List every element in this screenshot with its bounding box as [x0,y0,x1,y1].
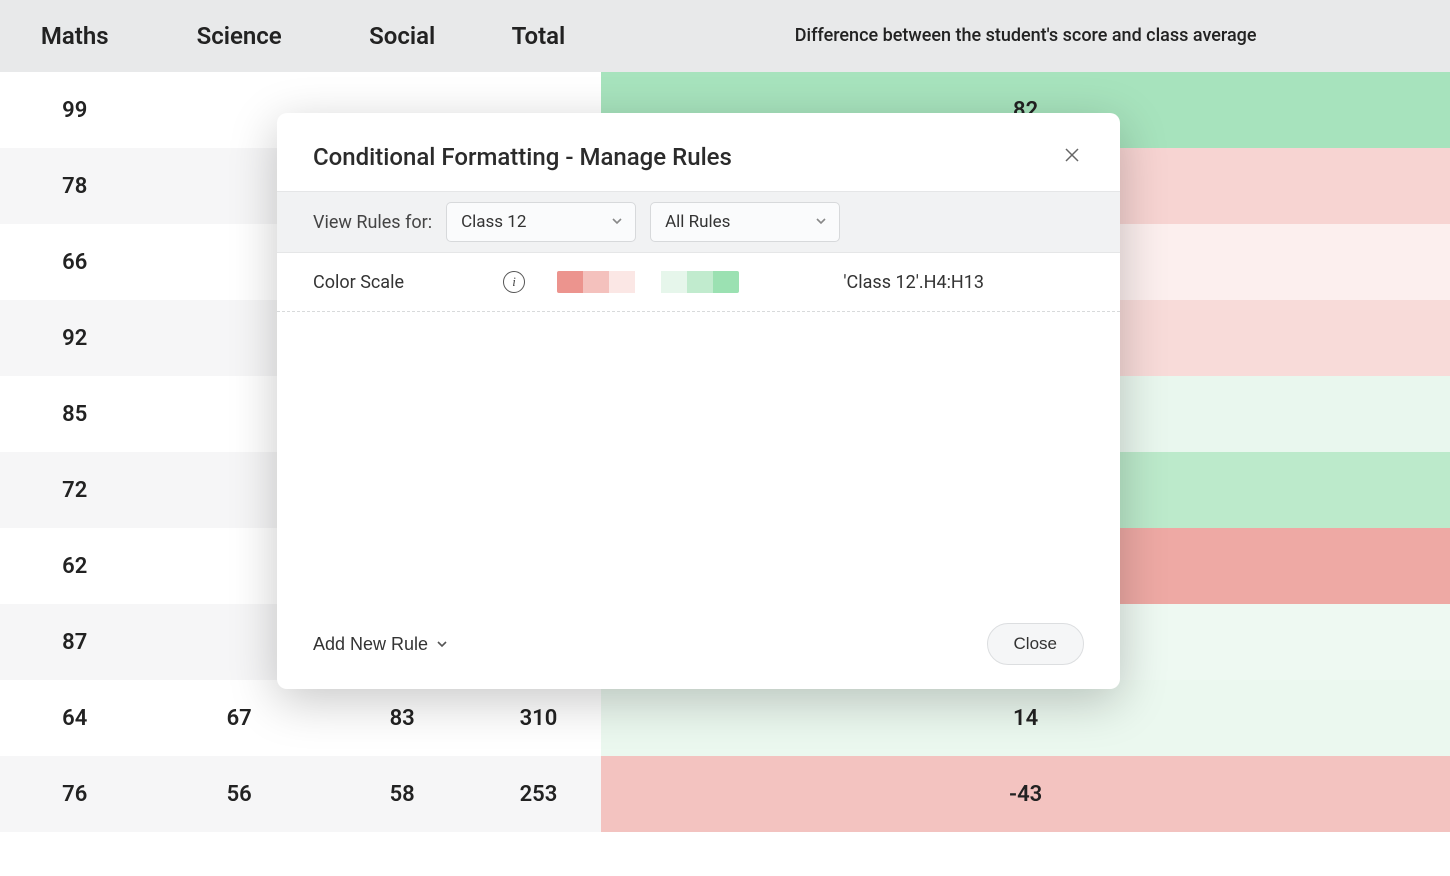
dialog-footer: Add New Rule Close [277,607,1120,689]
cell-maths[interactable]: 66 [0,224,150,300]
color-swatch [687,271,713,293]
chevron-down-icon [815,212,827,232]
dialog-title: Conditional Formatting - Manage Rules [313,143,732,171]
filter-bar: View Rules for: Class 12 All Rules [277,191,1120,253]
color-swatch [661,271,687,293]
table-header-row: Maths Science Social Total Difference be… [0,0,1450,72]
cell-maths[interactable]: 62 [0,528,150,604]
cell-maths[interactable]: 85 [0,376,150,452]
table-row[interactable]: 765658253-43 [0,756,1450,832]
dialog-header: Conditional Formatting - Manage Rules [277,113,1120,191]
sheet-select-value: Class 12 [461,212,526,232]
sheet-select[interactable]: Class 12 [446,202,636,242]
cell-diff[interactable]: -43 [601,756,1450,832]
cell-social[interactable]: 58 [329,756,476,832]
scope-select[interactable]: All Rules [650,202,840,242]
cell-maths[interactable]: 64 [0,680,150,756]
color-swatch [557,271,583,293]
rule-name: Color Scale [313,272,483,293]
cell-total[interactable]: 310 [476,680,602,756]
cell-science[interactable]: 67 [150,680,329,756]
close-button[interactable]: Close [987,623,1084,665]
col-header-total: Total [476,0,602,72]
col-header-maths: Maths [0,0,150,72]
cell-science[interactable]: 56 [150,756,329,832]
add-new-rule-label: Add New Rule [313,634,428,655]
cell-maths[interactable]: 78 [0,148,150,224]
cell-social[interactable]: 83 [329,680,476,756]
info-icon[interactable]: i [503,271,525,293]
color-swatch [583,271,609,293]
col-header-diff: Difference between the student's score a… [601,0,1450,72]
col-header-science: Science [150,0,329,72]
scope-select-value: All Rules [665,212,730,232]
chevron-down-icon [436,634,448,655]
manage-rules-dialog: Conditional Formatting - Manage Rules Vi… [277,113,1120,689]
color-swatch [635,271,661,293]
cell-maths[interactable]: 76 [0,756,150,832]
cell-total[interactable]: 253 [476,756,602,832]
close-icon[interactable] [1060,143,1084,171]
rule-range: 'Class 12'.H4:H13 [843,272,984,293]
table-row[interactable]: 64678331014 [0,680,1450,756]
color-scale-preview [557,271,739,293]
color-swatch [609,271,635,293]
cell-maths[interactable]: 92 [0,300,150,376]
col-header-social: Social [329,0,476,72]
cell-diff[interactable]: 14 [601,680,1450,756]
color-swatch [713,271,739,293]
cell-maths[interactable]: 87 [0,604,150,680]
view-rules-label: View Rules for: [313,212,432,233]
rule-row[interactable]: Color Scale i 'Class 12'.H4:H13 [277,253,1120,312]
cell-maths[interactable]: 72 [0,452,150,528]
cell-maths[interactable]: 99 [0,72,150,148]
chevron-down-icon [611,212,623,232]
add-new-rule-button[interactable]: Add New Rule [313,634,448,655]
